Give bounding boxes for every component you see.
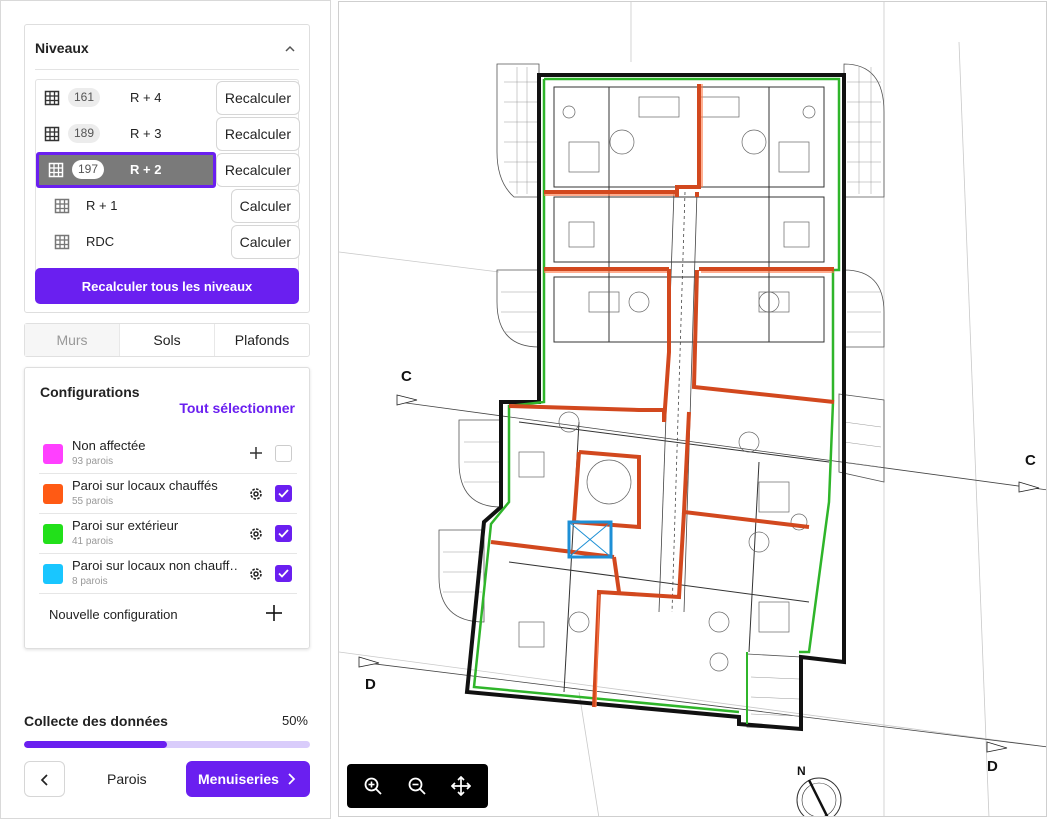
tab-sols[interactable]: Sols — [120, 324, 215, 356]
back-button[interactable] — [24, 761, 65, 797]
recalculate-all-button[interactable]: Recalculer tous les niveaux — [35, 268, 299, 304]
level-count: 197 — [72, 160, 104, 179]
level-row-r1[interactable]: R + 1 Calculer — [36, 188, 300, 224]
progress-bar — [24, 741, 310, 748]
zoom-out-icon[interactable] — [407, 776, 427, 796]
config-checkbox[interactable] — [275, 565, 292, 582]
config-name: Paroi sur extérieur — [72, 518, 179, 533]
check-icon — [278, 489, 289, 498]
next-step-label: Menuiseries — [198, 771, 279, 787]
grid-icon — [48, 162, 64, 178]
level-row-r4[interactable]: 161 R + 4 Recalculer — [36, 80, 300, 116]
config-checkbox[interactable] — [275, 445, 292, 462]
config-count: 93 parois — [72, 456, 114, 467]
section-label-d-right: D — [987, 758, 998, 775]
level-row-r3[interactable]: 189 R + 3 Recalculer — [36, 116, 300, 152]
color-swatch — [43, 484, 63, 504]
level-row-r2[interactable]: 197 R + 2 Recalculer — [36, 152, 300, 188]
sidebar-panel: Niveaux 161 R + 4 Recalculer 189 R + 3 R… — [0, 0, 331, 819]
config-checkbox[interactable] — [275, 525, 292, 542]
config-row[interactable]: Paroi sur extérieur 41 parois — [39, 514, 297, 554]
add-configuration-icon[interactable] — [265, 604, 283, 622]
zoom-in-icon[interactable] — [363, 776, 383, 796]
config-checkbox[interactable] — [275, 485, 292, 502]
pan-move-icon[interactable] — [451, 776, 471, 796]
calculate-button[interactable]: Calculer — [230, 225, 300, 259]
grid-icon — [54, 234, 70, 250]
levels-card: Niveaux 161 R + 4 Recalculer 189 R + 3 R… — [24, 24, 310, 313]
section-label-c-left: C — [401, 368, 412, 385]
new-configuration-label[interactable]: Nouvelle configuration — [49, 607, 178, 622]
config-count: 41 parois — [72, 536, 114, 547]
grid-icon — [44, 126, 60, 142]
plus-icon[interactable] — [249, 446, 263, 460]
calculate-button[interactable]: Calculer — [230, 189, 300, 223]
config-name: Paroi sur locaux chauffés — [72, 478, 218, 493]
grid-icon — [54, 198, 70, 214]
levels-title: Niveaux — [35, 40, 89, 56]
configurations-title: Configurations — [40, 384, 140, 400]
floor-plan-drawing[interactable] — [339, 2, 1047, 817]
gear-icon[interactable] — [248, 566, 264, 582]
config-row[interactable]: Non affectée 93 parois — [39, 434, 297, 474]
tab-plafonds[interactable]: Plafonds — [215, 324, 309, 356]
config-count: 55 parois — [72, 496, 114, 507]
check-icon — [278, 569, 289, 578]
recalculate-button[interactable]: Recalculer — [215, 117, 300, 151]
check-icon — [278, 529, 289, 538]
progress-percent: 50% — [281, 713, 308, 728]
chevron-right-icon — [288, 773, 296, 785]
level-name: RDC — [86, 234, 115, 249]
level-name: R + 1 — [86, 198, 118, 213]
next-step-button[interactable]: Menuiseries — [186, 761, 310, 797]
level-name: R + 4 — [130, 90, 162, 105]
grid-icon — [44, 90, 60, 106]
config-row[interactable]: Paroi sur locaux chauffés 55 parois — [39, 474, 297, 514]
gear-icon[interactable] — [248, 526, 264, 542]
current-step-label: Parois — [107, 771, 147, 787]
recalculate-button[interactable]: Recalculer — [215, 81, 300, 115]
config-name: Paroi sur locaux non chauff… — [72, 558, 237, 573]
configurations-card: Configurations Tout sélectionner Non aff… — [24, 367, 310, 649]
levels-header[interactable]: Niveaux — [35, 40, 299, 70]
color-swatch — [43, 444, 63, 464]
color-swatch — [43, 564, 63, 584]
color-swatch — [43, 524, 63, 544]
chevron-up-icon[interactable] — [283, 42, 297, 56]
section-label-d-left: D — [365, 676, 376, 693]
config-name: Non affectée — [72, 438, 146, 453]
level-row-rdc[interactable]: RDC Calculer — [36, 224, 300, 260]
chevron-left-icon — [40, 774, 48, 786]
level-name: R + 2 — [130, 162, 162, 177]
progress-label: Collecte des données — [24, 713, 168, 729]
north-label: N — [797, 764, 806, 778]
surface-tabs: Murs Sols Plafonds — [24, 323, 310, 357]
gear-icon[interactable] — [248, 486, 264, 502]
level-count: 189 — [68, 124, 100, 143]
config-count: 8 parois — [72, 576, 108, 587]
config-row[interactable]: Paroi sur locaux non chauff… 8 parois — [39, 554, 297, 594]
select-all-link[interactable]: Tout sélectionner — [179, 400, 295, 416]
level-count: 161 — [68, 88, 100, 107]
tab-murs[interactable]: Murs — [25, 324, 120, 356]
level-name: R + 3 — [130, 126, 162, 141]
recalculate-button[interactable]: Recalculer — [215, 153, 300, 187]
progress-fill — [24, 741, 167, 748]
floor-plan-viewer[interactable]: C C D D N — [338, 1, 1047, 817]
zoom-toolbar — [347, 764, 488, 808]
level-list: 161 R + 4 Recalculer 189 R + 3 Recalcule… — [35, 79, 300, 285]
section-label-c-right: C — [1025, 452, 1036, 469]
